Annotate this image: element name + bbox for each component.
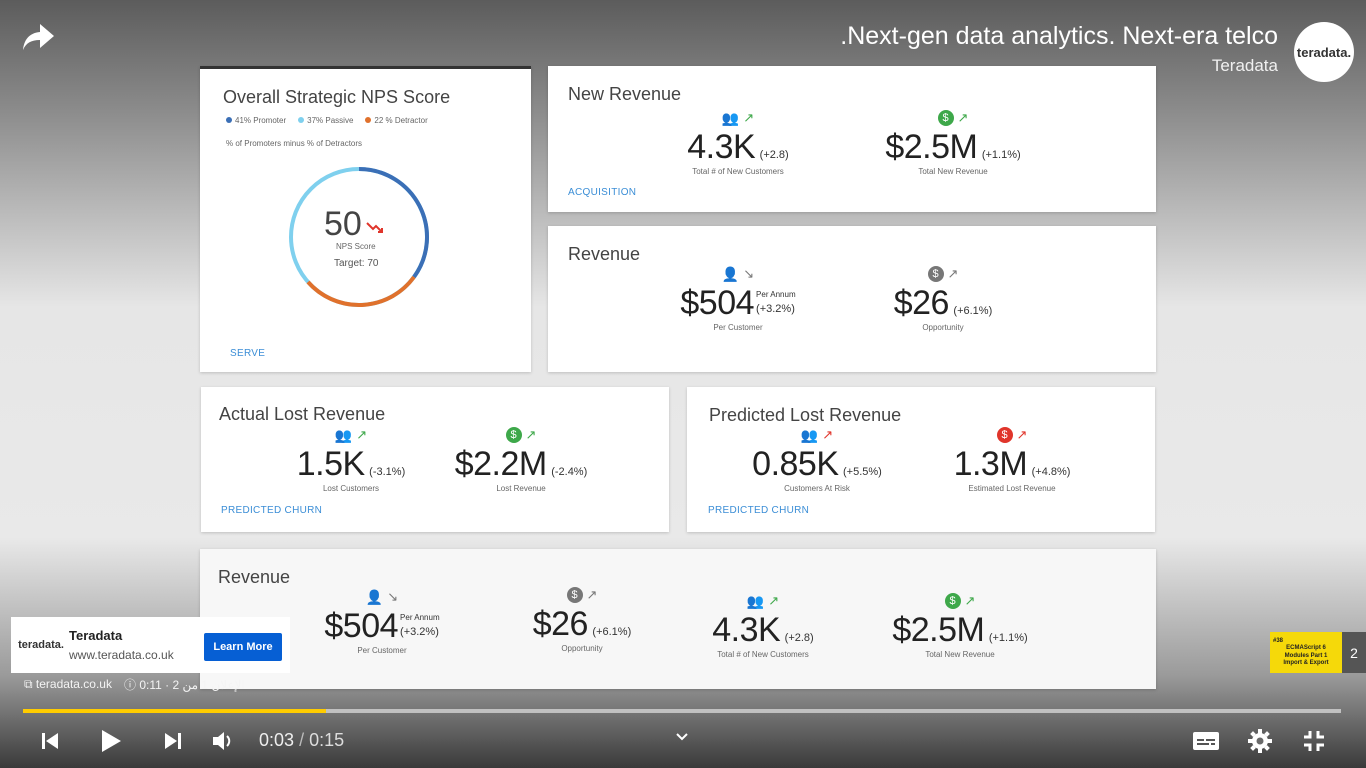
estimated-lost-metric: $ ↗ 1.3M (+4.8%) Estimated Lost Revenue [953,427,1071,493]
new-revenue-title: New Revenue [568,84,682,104]
next-button[interactable] [157,724,189,758]
learn-more-button[interactable]: Learn More [204,633,282,661]
new-customers-metric-2: 👥 ↗ 4.3K (+2.8) Total # of New Customers [712,592,814,660]
dollar-icon: $ [505,427,522,443]
info-icon: ⓘ [123,678,136,692]
users-add-icon: 👥 [721,109,740,126]
actual-lost-card: Actual Lost Revenue 👥 ↗ 1.5K (-3.1%) Lost… [201,387,669,532]
legend-promoter: 41% Promoter [226,116,286,125]
per-customer-metric: 👤 ↘ $504 Per Annum (+3.2%) Per Customer [680,265,796,333]
trend-down-icon: ↘ [387,589,399,604]
exit-fullscreen-icon [1304,731,1324,751]
up-next-count[interactable]: 2 [1342,632,1366,673]
trend-up-icon: ↗ [525,427,537,442]
nps-card: Overall Strategic NPS Score 41% Promoter… [200,66,531,372]
exit-fullscreen-button[interactable] [1297,724,1331,758]
revenue-bottom-card: Revenue 👤 ↘ $504 Per Annum (+3.2%) Per Cust… [200,549,1156,689]
nps-note: % of Promoters minus % of Detractors [226,139,363,148]
revenue-title: Revenue [568,244,641,264]
ad-domain-link[interactable]: ⧉ teradata.co.uk [24,677,112,692]
users-icon: 👥 [334,426,353,443]
revenue-card: Revenue 👤 ↘ $504 Per Annum (+3.2%) Per Cust… [548,226,1156,372]
new-customers-metric: 👥 ↗ 4.3K (+2.8) Total # of New Customers [687,109,789,177]
time-current: 0:03 [259,730,295,750]
revenue-bottom-title: Revenue [218,567,291,587]
subtitles-button[interactable] [1188,724,1224,758]
time-display: 0:03 / 0:15 [259,730,344,751]
new-revenue-card: New Revenue 👥 ↗ 4.3K (+2.8) Total # of Ne… [548,66,1156,212]
dollar-icon: $ [566,587,583,603]
dollar-icon: $ [996,427,1013,443]
ad-url[interactable]: www.teradata.co.uk [69,648,174,662]
trend-up-icon: ↗ [768,593,780,608]
skip-next-icon [165,733,181,749]
trend-up-icon: ↗ [356,427,368,442]
lost-customers-metric: 👥 ↗ 1.5K (-3.1%) Lost Customers [296,426,406,494]
legend-detractor: 22 % Detractor [365,116,428,125]
customers-at-risk-metric: 👥 ↗ 0.85K (+5.5%) Customers At Risk [752,426,882,494]
channel-name[interactable]: Teradata [1212,56,1278,76]
person-icon: 👤 [721,265,740,282]
legend-passive: 37% Passive [298,116,353,125]
trend-up-icon: ↗ [957,110,969,125]
trend-up-icon: ↗ [586,587,598,602]
ad-info-status[interactable]: ⓘ 0:11 · الإعلان 1 من 2 [124,676,245,693]
play-icon [102,730,121,752]
ad-info: ⧉ teradata.co.uk ⓘ 0:11 · الإعلان 1 من 2 [24,676,245,693]
trend-down-icon: ↘ [743,266,755,281]
nps-target: Target: 70 [334,258,379,269]
ad-logo: teradata. [18,639,64,651]
subtitles-icon [1193,732,1219,750]
skip-previous-icon [42,733,58,749]
previous-button[interactable] [34,724,66,758]
external-link-icon: ⧉ [24,677,33,691]
trend-up-icon: ↗ [964,593,976,608]
dollar-icon: $ [927,266,944,282]
trend-down-icon [366,222,383,233]
users-icon: 👥 [800,426,819,443]
per-customer-metric-2: 👤 ↘ $504 Per Annum (+3.2%) Per Customer [324,588,440,656]
trend-up-icon: ↗ [743,110,755,125]
person-icon: 👤 [365,588,384,605]
nps-legend: 41% Promoter 37% Passive 22 % Detractor [226,116,428,125]
progress-played [23,709,327,713]
ad-advertiser[interactable]: Teradata [69,628,122,643]
time-separator: / [299,730,305,750]
new-revenue-metric-2: $ ↗ $2.5M (+1.1%) Total New Revenue [892,593,1028,659]
video-title[interactable]: .Next-gen data analytics. Next-era telco [840,22,1278,51]
dollar-icon: $ [944,593,961,609]
actual-lost-title: Actual Lost Revenue [219,404,386,424]
opportunity-metric-2: $ ↗ $26 (+6.1%) Opportunity [532,587,632,653]
gear-icon [1248,729,1272,753]
volume-icon [213,732,231,750]
up-next-thumbnail[interactable]: #38 ECMAScript 6 Modules Part 1 Import &… [1270,632,1342,673]
ad-card[interactable]: teradata. Teradata www.teradata.co.uk Le… [11,617,290,673]
predicted-churn-link-2[interactable]: PREDICTED CHURN [708,505,809,516]
predicted-churn-link[interactable]: PREDICTED CHURN [221,505,322,516]
trend-up-icon: ↗ [1016,427,1028,442]
serve-link[interactable]: SERVE [230,348,265,359]
nps-title: Overall Strategic NPS Score [223,87,451,107]
new-revenue-metric: $ ↗ $2.5M (+1.1%) Total New Revenue [885,110,1021,176]
chapters-toggle[interactable] [670,722,694,752]
trend-up-icon: ↗ [822,427,834,442]
opportunity-metric: $ ↗ $26 (+6.1%) Opportunity [893,266,993,332]
lost-revenue-metric: $ ↗ $2.2M (-2.4%) Lost Revenue [454,427,588,493]
progress-bar[interactable] [23,709,1341,713]
settings-button[interactable] [1243,724,1277,758]
trend-up-icon: ↗ [947,266,959,281]
predicted-lost-title: Predicted Lost Revenue [709,405,902,425]
share-icon[interactable] [20,20,58,54]
predicted-lost-card: Predicted Lost Revenue 👥 ↗ 0.85K (+5.5%) … [687,387,1155,532]
channel-avatar[interactable]: teradata. [1294,22,1354,82]
volume-button[interactable] [206,724,240,758]
nps-value: 50 [324,205,362,243]
nps-value-label: NPS Score [336,242,376,251]
acquisition-link[interactable]: ACQUISITION [568,187,636,198]
time-total: 0:15 [309,730,345,750]
chevron-down-icon [676,733,688,741]
users-add-icon: 👥 [746,592,765,609]
play-button[interactable] [94,724,128,758]
dollar-icon: $ [937,110,954,126]
